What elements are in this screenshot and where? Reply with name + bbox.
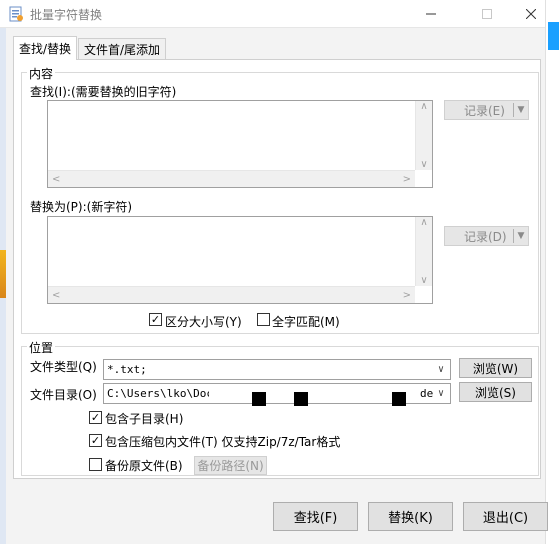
replace-button[interactable]: 替换(K) [368, 502, 453, 531]
scroll-up-icon[interactable]: ∧ [420, 101, 427, 112]
backup-original-checkbox[interactable] [89, 458, 102, 471]
find-history-label: 记录(E) [464, 103, 505, 118]
checkmark-icon: ✓ [90, 434, 101, 447]
checkmark-icon: ✓ [90, 411, 101, 424]
tab-label: 文件首/尾添加 [84, 43, 161, 57]
include-subdirs-label[interactable]: 包含子目录(H) [105, 410, 183, 427]
find-history-button[interactable]: 记录(E) ▼ [444, 100, 529, 120]
chevron-down-icon[interactable]: ∨ [434, 360, 448, 379]
scroll-left-icon[interactable]: < [52, 174, 60, 185]
checkmark-icon: ✓ [150, 313, 161, 326]
scroll-right-icon[interactable]: > [403, 174, 411, 185]
title-bar[interactable]: 批量字符替换 [0, 0, 545, 28]
include-subdirs-checkbox[interactable]: ✓ [89, 411, 102, 424]
backup-original-label[interactable]: 备份原文件(B) [105, 457, 183, 474]
replace-label: 替换为(P):(新字符) [30, 200, 133, 214]
file-type-label: 文件类型(Q) [30, 360, 97, 374]
scroll-down-icon[interactable]: ∨ [420, 275, 427, 286]
button-label: 替换(K) [388, 511, 433, 526]
backup-path-button[interactable]: 备份路径(N) [194, 456, 267, 475]
chevron-down-icon[interactable]: ▼ [514, 231, 528, 241]
tab-label: 查找/替换 [19, 42, 72, 56]
whole-word-checkbox[interactable] [257, 313, 270, 326]
directory-value-tail: de [420, 387, 434, 400]
replace-horizontal-scrollbar[interactable]: < > [48, 286, 415, 303]
find-textarea[interactable]: ∧ ∨ < > [47, 100, 433, 188]
close-icon[interactable] [508, 0, 554, 28]
file-type-combo[interactable]: *.txt; ∨ [103, 359, 451, 380]
directory-label: 文件目录(O) [30, 388, 97, 402]
find-vertical-scrollbar[interactable]: ∧ ∨ [415, 101, 432, 170]
minimize-icon[interactable] [408, 0, 454, 28]
browse-file-type-button[interactable]: 浏览(W) [459, 358, 532, 378]
scroll-up-icon[interactable]: ∧ [420, 217, 427, 228]
replace-vertical-scrollbar[interactable]: ∧ ∨ [415, 217, 432, 286]
app-icon [8, 6, 24, 22]
window-title: 批量字符替换 [30, 8, 103, 22]
replace-history-button[interactable]: 记录(D) ▼ [444, 226, 529, 246]
include-archives-checkbox[interactable]: ✓ [89, 434, 102, 447]
browse-directory-button[interactable]: 浏览(S) [459, 382, 532, 402]
tab-file-head-tail[interactable]: 文件首/尾添加 [78, 38, 167, 60]
scroll-right-icon[interactable]: > [403, 290, 411, 301]
exit-button[interactable]: 退出(C) [463, 502, 548, 531]
find-horizontal-scrollbar[interactable]: < > [48, 170, 415, 187]
find-label: 查找(I):(需要替换的旧字符) [30, 85, 177, 99]
find-button[interactable]: 查找(F) [273, 502, 358, 531]
redaction-mark [392, 392, 406, 406]
content-group-legend: 内容 [27, 65, 56, 82]
button-label: 浏览(W) [472, 361, 519, 376]
redaction-mark [252, 392, 266, 406]
button-label: 备份路径(N) [197, 459, 264, 473]
tab-find-replace[interactable]: 查找/替换 [13, 36, 78, 60]
scroll-down-icon[interactable]: ∨ [420, 159, 427, 170]
redaction-mark [294, 392, 308, 406]
case-sensitive-checkbox[interactable]: ✓ [149, 313, 162, 326]
chevron-down-icon[interactable]: ▼ [514, 105, 528, 115]
whole-word-label[interactable]: 全字匹配(M) [272, 313, 340, 330]
replace-textarea[interactable]: ∧ ∨ < > [47, 216, 433, 304]
button-label: 查找(F) [293, 511, 338, 526]
include-archives-label[interactable]: 包含压缩包内文件(T) 仅支持Zip/7z/Tar格式 [105, 433, 340, 450]
location-group-legend: 位置 [27, 339, 56, 356]
case-sensitive-label[interactable]: 区分大小写(Y) [165, 313, 242, 330]
maximize-icon[interactable] [464, 0, 510, 28]
scroll-left-icon[interactable]: < [52, 290, 60, 301]
background-window-edge-right [545, 0, 559, 544]
background-window-fragment [0, 250, 6, 298]
replace-history-label: 记录(D) [464, 229, 507, 244]
chevron-down-icon[interactable]: ∨ [434, 384, 448, 403]
button-label: 退出(C) [482, 511, 529, 526]
directory-value: C:\Users\lko\Docu [107, 387, 209, 400]
file-type-value: *.txt; [107, 363, 147, 376]
button-label: 浏览(S) [475, 385, 516, 400]
